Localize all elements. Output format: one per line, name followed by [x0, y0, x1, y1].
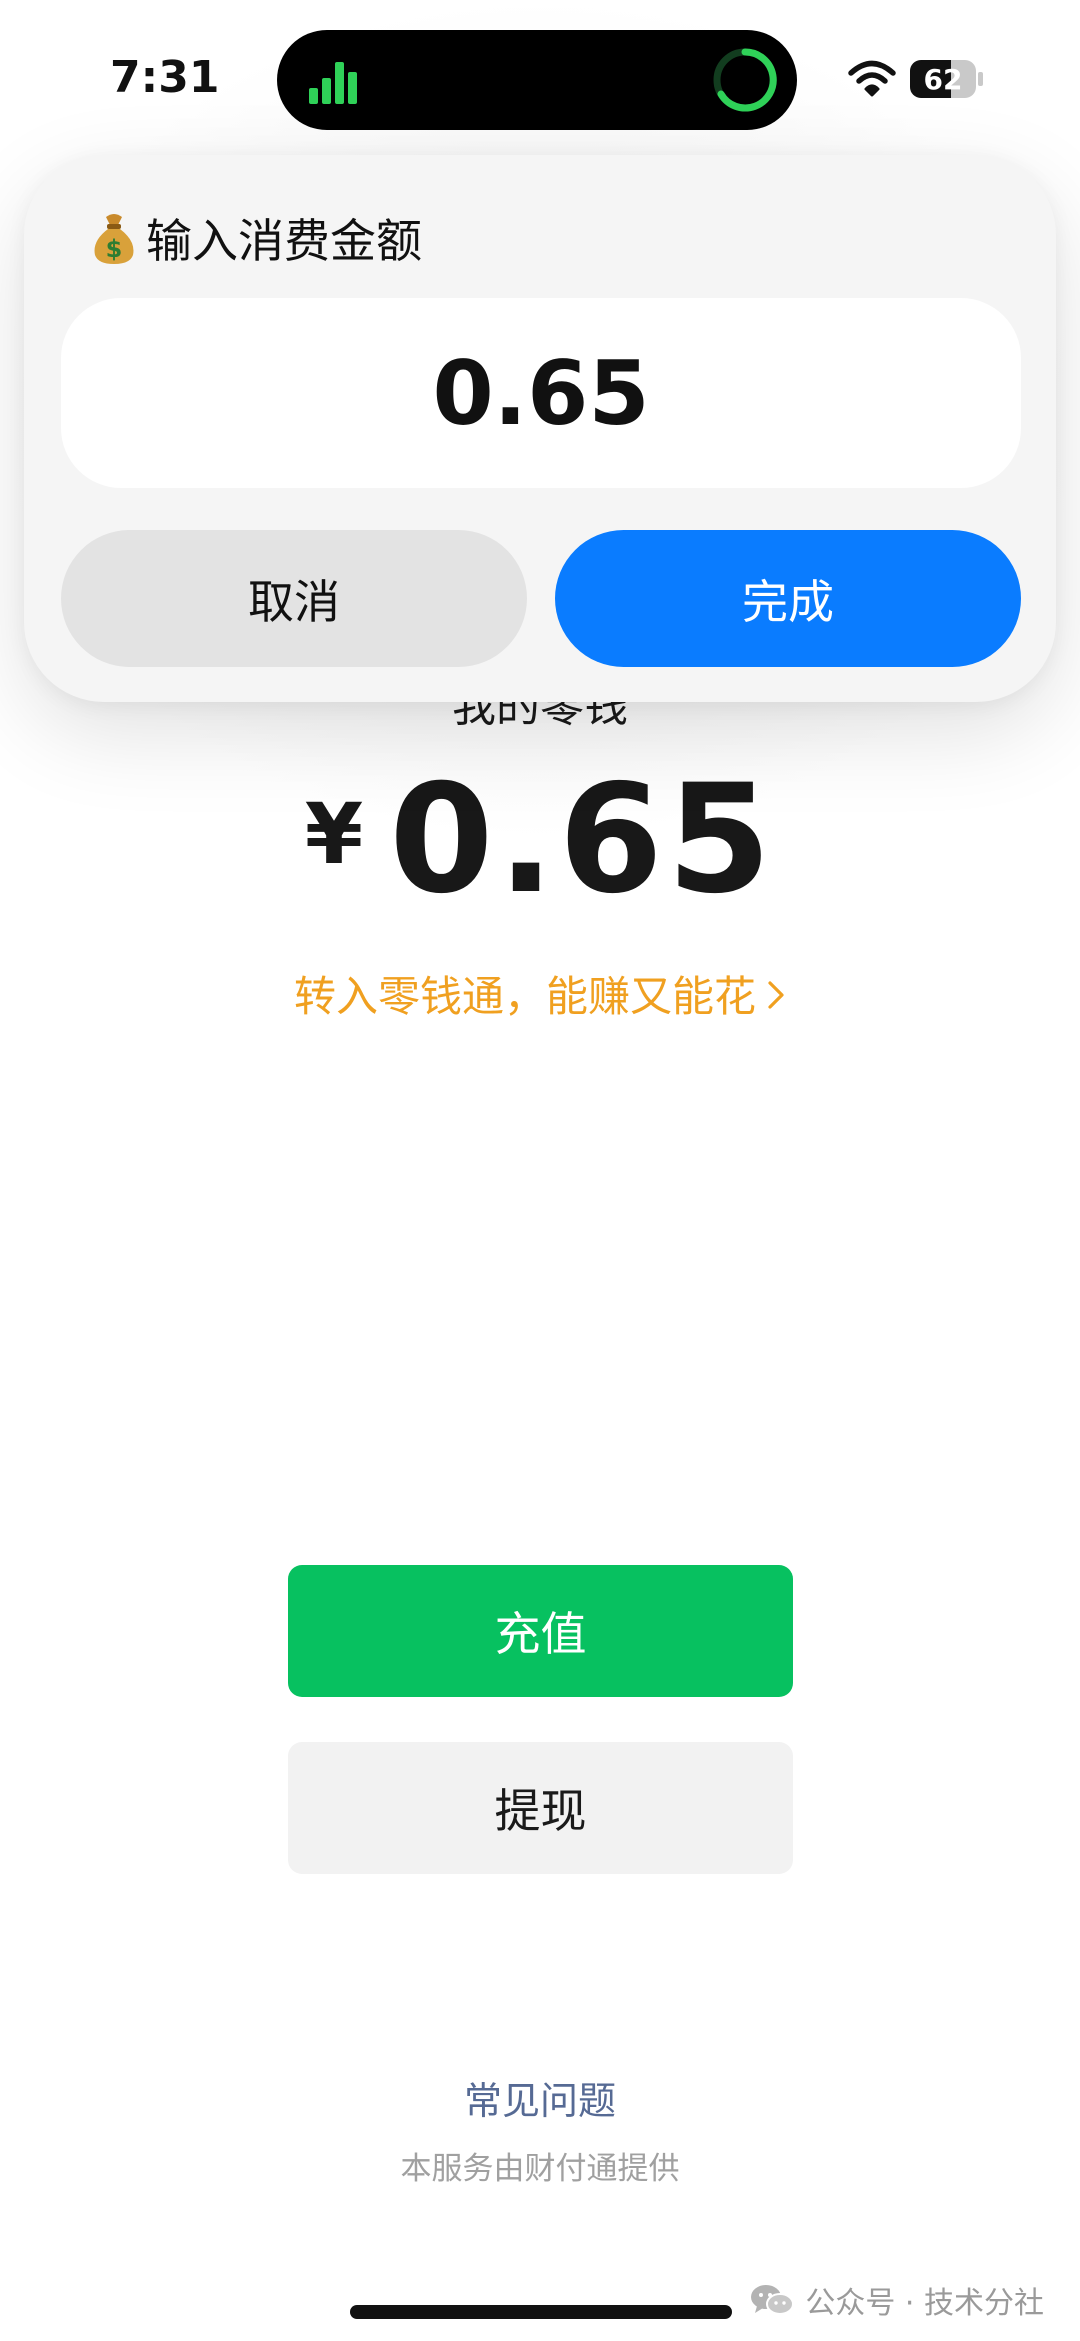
watermark-text: 公众号 · 技术分社	[805, 2286, 1044, 2321]
recharge-button[interactable]: 充值	[288, 1565, 793, 1697]
balance-amount: 0.65	[389, 753, 776, 927]
done-button[interactable]: 完成	[555, 530, 1021, 667]
money-bag-icon: $	[94, 214, 134, 264]
currency-symbol: ¥	[304, 785, 364, 883]
dialog-title-text: 输入消费金额	[146, 214, 422, 268]
dynamic-island[interactable]	[277, 30, 797, 130]
battery-tip	[978, 72, 983, 86]
activity-bars-icon	[309, 62, 357, 104]
activity-ring-icon	[713, 48, 777, 112]
dialog-title: $ 输入消费金额	[90, 205, 422, 271]
withdraw-button[interactable]: 提现	[288, 1742, 793, 1874]
wechat-icon	[751, 2285, 795, 2315]
promo-text: 转入零钱通，能赚又能花	[293, 972, 756, 1021]
chevron-right-icon	[766, 972, 786, 1021]
battery-icon: 62	[910, 60, 976, 98]
amount-dialog: $ 输入消费金额 取消 完成	[24, 155, 1056, 702]
balance-display: ¥ 0.65	[0, 765, 1080, 915]
faq-link[interactable]: 常见问题	[0, 2070, 1080, 2125]
amount-input[interactable]	[61, 298, 1021, 488]
wifi-icon	[848, 60, 896, 97]
promo-link[interactable]: 转入零钱通，能赚又能花	[0, 963, 1080, 1024]
svg-text:$: $	[106, 235, 123, 263]
status-time: 7:31	[110, 52, 220, 103]
battery-percent: 62	[923, 62, 963, 96]
watermark: 公众号 · 技术分社	[749, 2278, 1044, 2322]
home-indicator[interactable]	[350, 2305, 732, 2319]
provider-text: 本服务由财付通提供	[400, 2151, 680, 2187]
cancel-button[interactable]: 取消	[61, 530, 527, 667]
